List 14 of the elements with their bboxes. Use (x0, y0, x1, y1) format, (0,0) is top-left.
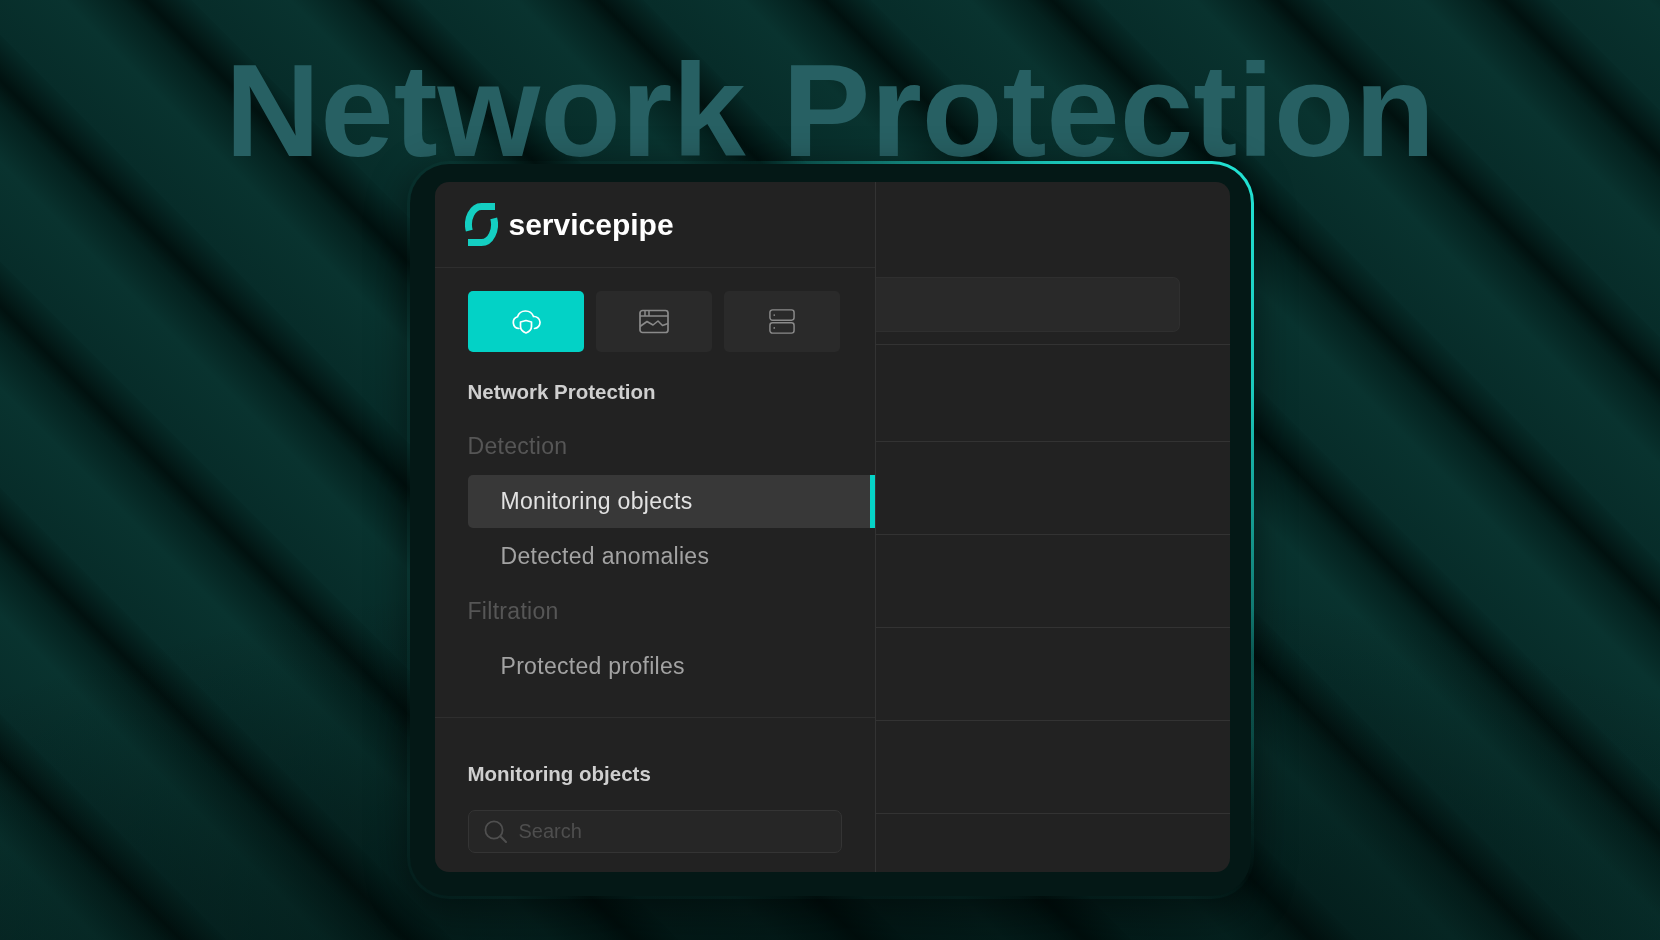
brand-name: servicepipe (508, 206, 674, 243)
nav-item[interactable]: Detected anomalies (467, 530, 875, 583)
module-tab[interactable] (723, 291, 840, 352)
panel-title: Monitoring objects (467, 761, 651, 787)
logo-icon (464, 203, 498, 246)
module-tab[interactable] (595, 291, 712, 352)
section-title: Network Protection (467, 378, 656, 405)
headline: Network Protection (224, 61, 1436, 161)
nav-item[interactable]: Protected profiles (467, 640, 875, 693)
browser-chart-icon (638, 309, 669, 334)
nav-item[interactable]: Monitoring objects (467, 475, 875, 528)
cloud-shield-icon (510, 309, 541, 334)
search-icon (483, 820, 507, 843)
server-icon (766, 309, 797, 334)
